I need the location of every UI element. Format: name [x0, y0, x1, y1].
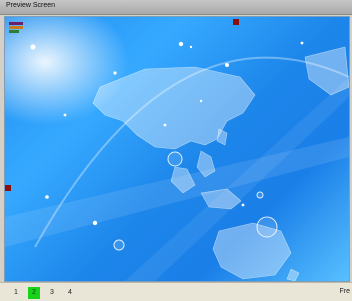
page-bar: 1 2 3 4 Fre [0, 282, 352, 301]
corner-marker-left[interactable] [5, 185, 11, 191]
page-tab-2[interactable]: 2 [28, 287, 40, 299]
legend-swatch-green [9, 30, 19, 33]
page-tab-1[interactable]: 1 [10, 287, 22, 299]
page-tab-3[interactable]: 3 [46, 287, 58, 299]
title-bar: Preview Screen [0, 0, 352, 15]
world-map-icon [5, 41, 349, 281]
legend-swatch-purple [9, 22, 23, 25]
preview-screen[interactable] [4, 16, 350, 282]
status-text: Fre [339, 288, 351, 295]
window-title: Preview Screen [6, 2, 56, 9]
corner-marker-top[interactable] [233, 19, 239, 25]
page-tabs: 1 2 3 4 [10, 287, 76, 299]
legend-swatch-orange [9, 26, 23, 29]
page-tab-4[interactable]: 4 [64, 287, 76, 299]
